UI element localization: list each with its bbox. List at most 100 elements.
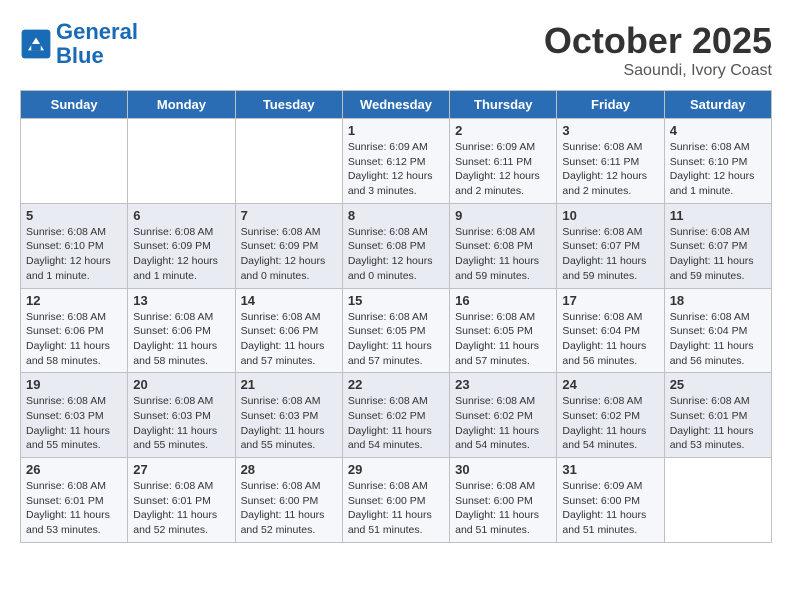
weekday-header-sunday: Sunday — [21, 91, 128, 119]
day-number: 24 — [562, 377, 658, 392]
calendar-week-2: 5Sunrise: 6:08 AMSunset: 6:10 PMDaylight… — [21, 203, 772, 288]
logo-blue: Blue — [56, 43, 104, 68]
calendar-cell: 3Sunrise: 6:08 AMSunset: 6:11 PMDaylight… — [557, 119, 664, 204]
cell-info: Daylight: 11 hours and 54 minutes. — [348, 424, 444, 453]
calendar-cell: 4Sunrise: 6:08 AMSunset: 6:10 PMDaylight… — [664, 119, 771, 204]
cell-info: Sunset: 6:01 PM — [133, 494, 229, 509]
cell-info: Sunset: 6:10 PM — [670, 155, 766, 170]
cell-info: Sunset: 6:01 PM — [26, 494, 122, 509]
calendar-cell: 26 Sunrise: 6:08 AMSunset: 6:01 PMDayligh… — [21, 458, 128, 543]
day-number: 8 — [348, 208, 444, 223]
day-number: 5 — [26, 208, 122, 223]
calendar-cell — [235, 119, 342, 204]
cell-info: Sunset: 6:01 PM — [670, 409, 766, 424]
cell-info: Daylight: 12 hours and 2 minutes. — [562, 169, 658, 198]
cell-info: Daylight: 11 hours and 52 minutes. — [133, 508, 229, 537]
cell-info: Daylight: 11 hours and 57 minutes. — [241, 339, 337, 368]
calendar-cell: 31Sunrise: 6:09 AMSunset: 6:00 PMDayligh… — [557, 458, 664, 543]
cell-info: Sunset: 6:02 PM — [562, 409, 658, 424]
cell-info: Sunset: 6:02 PM — [455, 409, 551, 424]
cell-info: Sunrise: 6:08 AM — [133, 225, 229, 240]
cell-info: Sunrise: 6:08 AM — [26, 479, 122, 494]
cell-info: Sunrise: 6:08 AM — [241, 479, 337, 494]
calendar-cell: 14Sunrise: 6:08 AMSunset: 6:06 PMDayligh… — [235, 288, 342, 373]
weekday-header-thursday: Thursday — [450, 91, 557, 119]
cell-info: Sunrise: 6:08 AM — [455, 225, 551, 240]
page-header: General Blue October 2025 Saoundi, Ivory… — [20, 20, 772, 80]
cell-info: Daylight: 11 hours and 53 minutes. — [26, 508, 122, 537]
calendar-cell — [664, 458, 771, 543]
cell-info: Sunrise: 6:08 AM — [241, 394, 337, 409]
calendar-cell: 18Sunrise: 6:08 AMSunset: 6:04 PMDayligh… — [664, 288, 771, 373]
cell-info: Sunrise: 6:08 AM — [670, 225, 766, 240]
cell-info: Daylight: 11 hours and 51 minutes. — [562, 508, 658, 537]
day-number: 28 — [241, 462, 337, 477]
calendar-cell: 16Sunrise: 6:08 AMSunset: 6:05 PMDayligh… — [450, 288, 557, 373]
cell-info: Daylight: 11 hours and 58 minutes. — [26, 339, 122, 368]
cell-info: Sunrise: 6:08 AM — [455, 310, 551, 325]
cell-info: Daylight: 12 hours and 0 minutes. — [348, 254, 444, 283]
cell-info: Sunset: 6:06 PM — [26, 324, 122, 339]
logo-icon — [20, 28, 52, 60]
calendar-cell — [21, 119, 128, 204]
calendar-week-5: 26Sunrise: 6:08 AMSunset: 6:01 PMDayligh… — [21, 458, 772, 543]
cell-info: Sunrise: 6:08 AM — [455, 479, 551, 494]
calendar-cell: 20Sunrise: 6:08 AMSunset: 6:03 PMDayligh… — [128, 373, 235, 458]
cell-info: Sunrise: 6:08 AM — [670, 394, 766, 409]
day-number: 26 — [26, 462, 122, 477]
cell-info: Sunrise: 6:08 AM — [348, 310, 444, 325]
day-number: 29 — [348, 462, 444, 477]
cell-info: Sunrise: 6:08 AM — [26, 225, 122, 240]
calendar-header-row: SundayMondayTuesdayWednesdayThursdayFrid… — [21, 91, 772, 119]
calendar-cell: 28Sunrise: 6:08 AMSunset: 6:00 PMDayligh… — [235, 458, 342, 543]
cell-info: Daylight: 11 hours and 53 minutes. — [670, 424, 766, 453]
day-number: 23 — [455, 377, 551, 392]
day-number: 11 — [670, 208, 766, 223]
calendar-cell: 19Sunrise: 6:08 AMSunset: 6:03 PMDayligh… — [21, 373, 128, 458]
cell-info: Daylight: 11 hours and 52 minutes. — [241, 508, 337, 537]
calendar-cell: 29Sunrise: 6:08 AMSunset: 6:00 PMDayligh… — [342, 458, 449, 543]
weekday-header-friday: Friday — [557, 91, 664, 119]
cell-info: Sunset: 6:11 PM — [455, 155, 551, 170]
location-subtitle: Saoundi, Ivory Coast — [544, 62, 772, 80]
cell-info: Sunset: 6:09 PM — [241, 239, 337, 254]
day-number: 30 — [455, 462, 551, 477]
day-number: 31 — [562, 462, 658, 477]
cell-info: Sunset: 6:10 PM — [26, 239, 122, 254]
cell-info: Daylight: 11 hours and 55 minutes. — [241, 424, 337, 453]
calendar-cell: 21 Sunrise: 6:08 AMSunset: 6:03 PMDayligh… — [235, 373, 342, 458]
cell-info: Daylight: 11 hours and 59 minutes. — [455, 254, 551, 283]
cell-info: Sunset: 6:03 PM — [241, 409, 337, 424]
calendar-cell: 5 Sunrise: 6:08 AMSunset: 6:10 PMDaylight… — [21, 203, 128, 288]
calendar-cell: 10Sunrise: 6:08 AMSunset: 6:07 PMDayligh… — [557, 203, 664, 288]
cell-info: Sunset: 6:02 PM — [348, 409, 444, 424]
day-number: 19 — [26, 377, 122, 392]
calendar-cell: 17Sunrise: 6:08 AMSunset: 6:04 PMDayligh… — [557, 288, 664, 373]
cell-info: Sunset: 6:04 PM — [562, 324, 658, 339]
day-number: 10 — [562, 208, 658, 223]
day-number: 21 — [241, 377, 337, 392]
cell-info: Sunrise: 6:08 AM — [26, 394, 122, 409]
cell-info: Daylight: 11 hours and 56 minutes. — [670, 339, 766, 368]
calendar-cell: 2Sunrise: 6:09 AMSunset: 6:11 PMDaylight… — [450, 119, 557, 204]
cell-info: Sunrise: 6:08 AM — [562, 394, 658, 409]
day-number: 2 — [455, 123, 551, 138]
cell-info: Sunset: 6:00 PM — [562, 494, 658, 509]
calendar-cell: 7Sunrise: 6:08 AMSunset: 6:09 PMDaylight… — [235, 203, 342, 288]
cell-info: Sunset: 6:00 PM — [455, 494, 551, 509]
title-block: October 2025 Saoundi, Ivory Coast — [544, 20, 772, 80]
calendar-cell: 6Sunrise: 6:08 AMSunset: 6:09 PMDaylight… — [128, 203, 235, 288]
day-number: 14 — [241, 293, 337, 308]
cell-info: Sunset: 6:07 PM — [562, 239, 658, 254]
calendar-week-3: 12Sunrise: 6:08 AMSunset: 6:06 PMDayligh… — [21, 288, 772, 373]
cell-info: Sunset: 6:08 PM — [348, 239, 444, 254]
day-number: 7 — [241, 208, 337, 223]
cell-info: Daylight: 12 hours and 1 minute. — [26, 254, 122, 283]
cell-info: Daylight: 11 hours and 59 minutes. — [562, 254, 658, 283]
cell-info: Sunrise: 6:08 AM — [133, 310, 229, 325]
calendar-week-4: 19Sunrise: 6:08 AMSunset: 6:03 PMDayligh… — [21, 373, 772, 458]
calendar-cell: 30Sunrise: 6:08 AMSunset: 6:00 PMDayligh… — [450, 458, 557, 543]
cell-info: Sunset: 6:05 PM — [455, 324, 551, 339]
cell-info: Sunset: 6:08 PM — [455, 239, 551, 254]
cell-info: Sunrise: 6:08 AM — [133, 394, 229, 409]
